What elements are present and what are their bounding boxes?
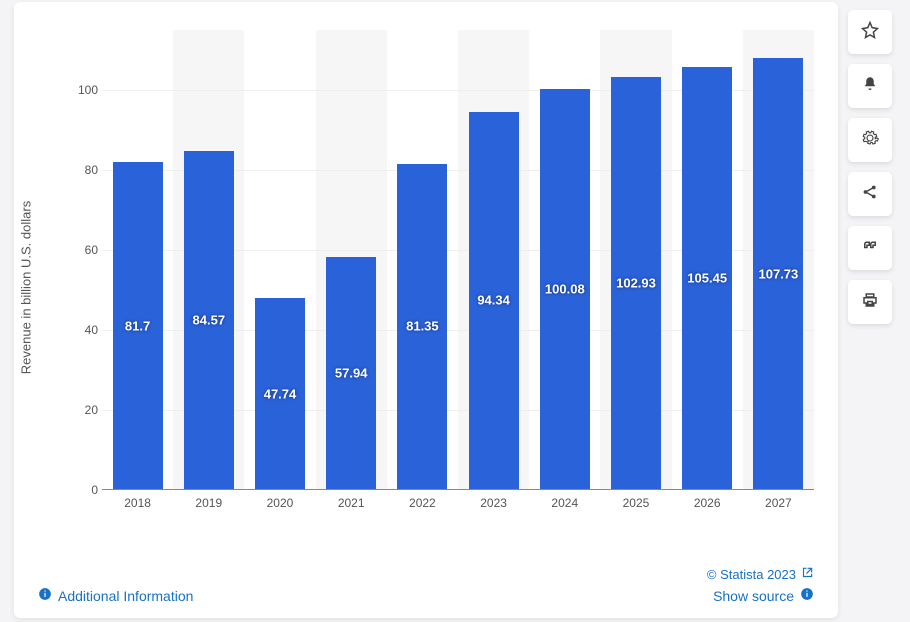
additional-information-link[interactable]: Additional Information — [38, 587, 193, 604]
info-icon — [800, 587, 814, 604]
print-button[interactable] — [848, 280, 892, 324]
share-icon — [861, 183, 879, 206]
bar-value-label: 100.08 — [540, 281, 590, 296]
chart-card: Revenue in billion U.S. dollars 0 20 40 … — [14, 2, 838, 618]
bar[interactable]: 100.08 — [540, 89, 590, 489]
bar-value-label: 81.7 — [113, 318, 163, 333]
show-source-link[interactable]: Show source — [707, 587, 814, 604]
x-tick: 2022 — [387, 496, 458, 510]
bar[interactable]: 102.93 — [611, 77, 661, 489]
y-tick: 100 — [76, 83, 98, 97]
chart-footer: Additional Information © Statista 2023 S… — [38, 566, 814, 604]
y-tick: 60 — [76, 243, 98, 257]
additional-information-label: Additional Information — [58, 588, 193, 604]
copyright-text: © Statista 2023 — [707, 567, 796, 582]
footer-right: © Statista 2023 Show source — [707, 566, 814, 604]
x-tick: 2024 — [529, 496, 600, 510]
bar-value-label: 107.73 — [753, 266, 803, 281]
external-link-icon — [800, 566, 814, 583]
chart-area: Revenue in billion U.S. dollars 0 20 40 … — [38, 30, 814, 530]
x-tick: 2021 — [316, 496, 387, 510]
share-button[interactable] — [848, 172, 892, 216]
x-tick: 2023 — [458, 496, 529, 510]
settings-button[interactable] — [848, 118, 892, 162]
bar-value-label: 47.74 — [255, 386, 305, 401]
side-toolbar — [848, 10, 896, 324]
bar-value-label: 94.34 — [469, 293, 519, 308]
bar[interactable]: 94.34 — [469, 112, 519, 489]
x-tick: 2020 — [244, 496, 315, 510]
y-tick: 80 — [76, 163, 98, 177]
bar-value-label: 84.57 — [184, 312, 234, 327]
plot-area: 81.7 84.57 47.74 57.94 81.35 94.34 100.08 102.9… — [102, 30, 814, 490]
bar-value-label: 105.45 — [682, 271, 732, 286]
cite-button[interactable] — [848, 226, 892, 270]
bar[interactable]: 84.57 — [184, 151, 234, 489]
bar[interactable]: 81.7 — [113, 162, 163, 489]
quote-icon — [861, 237, 879, 260]
bar[interactable]: 105.45 — [682, 67, 732, 489]
bar[interactable]: 47.74 — [255, 298, 305, 489]
print-icon — [861, 291, 879, 314]
bar-value-label: 57.94 — [326, 366, 376, 381]
y-tick: 0 — [76, 483, 98, 497]
bar[interactable]: 57.94 — [326, 257, 376, 489]
favorite-button[interactable] — [848, 10, 892, 54]
x-tick: 2027 — [743, 496, 814, 510]
star-icon — [861, 21, 879, 44]
x-tick: 2025 — [600, 496, 671, 510]
bell-icon — [861, 75, 879, 98]
y-axis-label: Revenue in billion U.S. dollars — [19, 201, 34, 374]
x-tick: 2026 — [672, 496, 743, 510]
bar[interactable]: 81.35 — [397, 164, 447, 489]
x-tick: 2019 — [173, 496, 244, 510]
bar[interactable]: 107.73 — [753, 58, 803, 489]
y-tick: 20 — [76, 403, 98, 417]
x-tick: 2018 — [102, 496, 173, 510]
show-source-label: Show source — [713, 588, 794, 604]
info-icon — [38, 587, 52, 604]
bar-value-label: 81.35 — [397, 319, 447, 334]
gear-icon — [861, 129, 879, 152]
y-tick: 40 — [76, 323, 98, 337]
bar-value-label: 102.93 — [611, 276, 661, 291]
alert-button[interactable] — [848, 64, 892, 108]
